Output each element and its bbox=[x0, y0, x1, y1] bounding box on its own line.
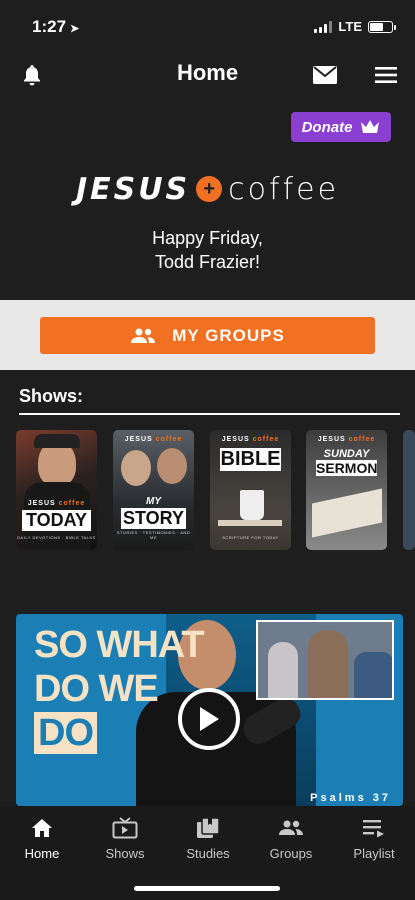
show-subtitle: SCRIPTURE FOR TODAY bbox=[222, 535, 279, 540]
tab-shows-label: Shows bbox=[105, 846, 145, 861]
page-title: Home bbox=[176, 60, 239, 85]
tab-playlist-label: Playlist bbox=[353, 846, 395, 861]
video-title-line-1: SO WHAT bbox=[34, 624, 205, 666]
show-title: SERMON bbox=[316, 460, 378, 476]
battery-icon bbox=[368, 20, 396, 33]
video-title-line-2: DO WE bbox=[34, 668, 159, 710]
featured-video[interactable]: SO WHAT DO WE DO Psalms 37 bbox=[16, 614, 403, 806]
logo-word-coffee: coffee bbox=[228, 171, 340, 207]
play-button[interactable] bbox=[178, 688, 240, 750]
book-shape bbox=[218, 520, 282, 526]
show-card-today[interactable]: JESUS coffee TODAY DAILY DEVOTIONS · BIB… bbox=[16, 430, 97, 550]
signal-icon bbox=[314, 20, 333, 33]
show-title: TODAY bbox=[22, 510, 91, 531]
shows-heading: Shows: bbox=[19, 386, 84, 406]
my-groups-label: MY GROUPS bbox=[172, 325, 285, 345]
greeting-line-1: Happy Friday, bbox=[152, 228, 263, 248]
show-card-partial[interactable] bbox=[403, 430, 415, 550]
greeting: Happy Friday, Todd Frazier! bbox=[0, 226, 415, 274]
video-title-line-3: DO bbox=[34, 712, 97, 755]
people-icon bbox=[131, 328, 156, 343]
jesus-coffee-logo: JESUS + coffee bbox=[0, 168, 415, 210]
app-header: Home bbox=[0, 50, 415, 102]
logo-word-jesus: JESUS bbox=[75, 171, 191, 207]
donate-button[interactable]: Donate bbox=[291, 112, 391, 142]
tab-shows[interactable]: Shows bbox=[85, 816, 165, 861]
clock-text: 1:27 bbox=[32, 17, 67, 36]
video-caption: Psalms 37 bbox=[310, 792, 391, 804]
logo-plus-icon: + bbox=[196, 176, 223, 202]
tab-studies[interactable]: Studies bbox=[168, 816, 248, 861]
tab-playlist[interactable]: Playlist bbox=[334, 816, 414, 861]
crown-icon bbox=[361, 120, 380, 133]
my-groups-button[interactable]: MY GROUPS bbox=[40, 317, 375, 354]
show-subtitle: DAILY DEVOTIONS · BIBLE TALKS bbox=[17, 535, 96, 540]
host-photo-2 bbox=[157, 448, 187, 484]
host-photo-1 bbox=[121, 450, 151, 486]
video-inset-image bbox=[256, 620, 394, 700]
home-icon bbox=[2, 816, 82, 840]
mail-icon[interactable] bbox=[311, 62, 339, 88]
mug-shape bbox=[240, 490, 264, 520]
groups-icon bbox=[251, 816, 331, 840]
books-icon bbox=[168, 816, 248, 840]
status-bar: 1:27 ➤ LTE bbox=[0, 0, 415, 50]
tab-studies-label: Studies bbox=[186, 846, 230, 861]
network-label: LTE bbox=[338, 19, 362, 34]
menu-icon[interactable] bbox=[372, 62, 400, 88]
show-title-top: SUNDAY bbox=[323, 448, 370, 460]
status-indicators: LTE bbox=[314, 19, 396, 34]
playlist-icon bbox=[334, 816, 414, 840]
show-title: STORY bbox=[121, 508, 186, 529]
show-subtitle: STORIES · TESTIMONIES · AND ME bbox=[116, 530, 191, 540]
tab-home-label: Home bbox=[24, 846, 60, 861]
tab-home[interactable]: Home bbox=[2, 816, 82, 861]
show-title-top: MY bbox=[146, 496, 161, 507]
show-brand: JESUS coffee bbox=[27, 500, 86, 507]
tab-groups[interactable]: Groups bbox=[251, 816, 331, 861]
home-indicator[interactable] bbox=[134, 886, 280, 891]
location-arrow-icon: ➤ bbox=[70, 23, 80, 35]
tab-groups-label: Groups bbox=[269, 846, 313, 861]
show-card-bible[interactable]: JESUS coffee BIBLE SCRIPTURE FOR TODAY bbox=[210, 430, 291, 550]
show-card-sunday-sermon[interactable]: JESUS coffee SUNDAY SERMON bbox=[306, 430, 387, 550]
video-title-boxed-word: DO bbox=[34, 712, 97, 754]
show-brand: JESUS coffee bbox=[317, 436, 376, 443]
greeting-user-name: Todd Frazier! bbox=[154, 252, 261, 272]
show-card-my-story[interactable]: JESUS coffee MY STORY STORIES · TESTIMON… bbox=[113, 430, 194, 550]
show-brand: JESUS coffee bbox=[124, 436, 183, 443]
show-brand: JESUS coffee bbox=[221, 436, 280, 443]
donate-label: Donate bbox=[301, 118, 353, 136]
status-time: 1:27 ➤ bbox=[32, 17, 79, 37]
open-bible-shape bbox=[312, 488, 382, 538]
tv-icon bbox=[85, 816, 165, 840]
shows-divider bbox=[19, 413, 400, 415]
groups-band: MY GROUPS bbox=[0, 300, 415, 370]
cap-shape bbox=[34, 434, 80, 448]
play-icon bbox=[200, 707, 219, 731]
show-title: BIBLE bbox=[220, 448, 281, 471]
